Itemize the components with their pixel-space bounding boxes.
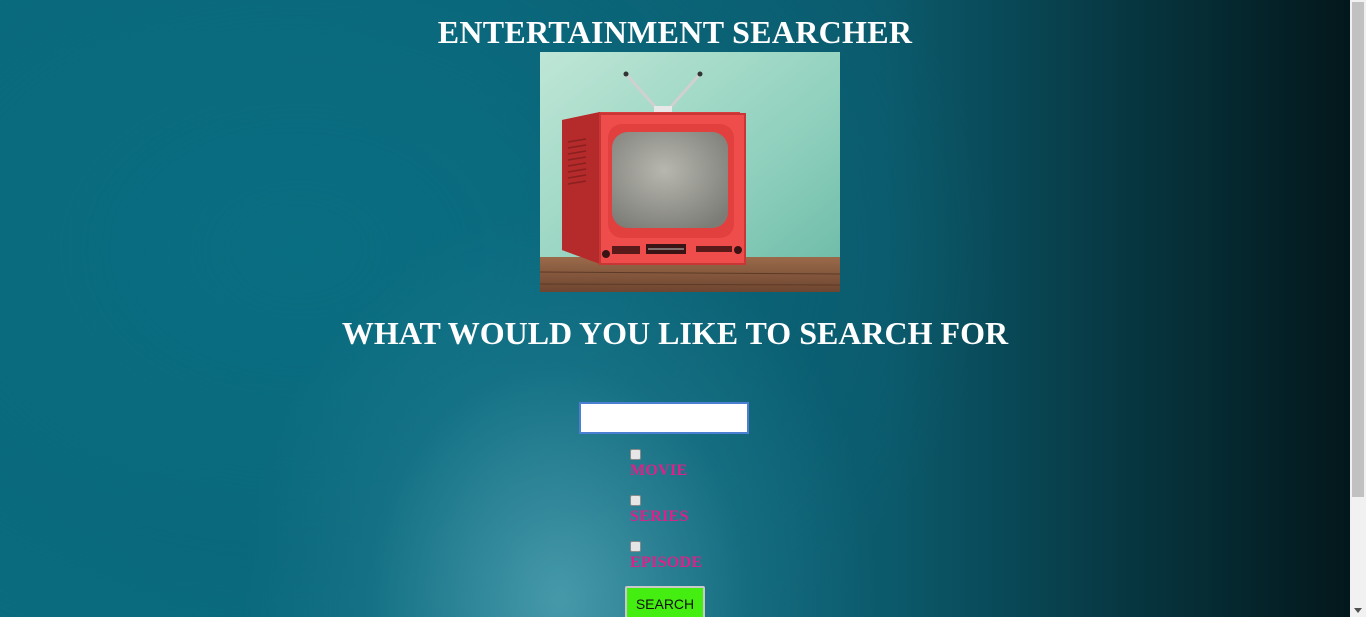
episode-checkbox[interactable] <box>630 541 641 552</box>
option-movie: MOVIE <box>630 449 688 480</box>
scroll-down-arrow-icon[interactable] <box>1354 608 1362 613</box>
page-title: ENTERTAINMENT SEARCHER <box>437 14 913 50</box>
search-button[interactable]: SEARCH <box>625 586 705 617</box>
scrollbar-thumb[interactable] <box>1352 2 1364 497</box>
option-series: SERIES <box>630 495 689 526</box>
search-prompt-heading: WHAT WOULD YOU LIKE TO SEARCH FOR <box>341 315 1009 351</box>
retro-tv-image <box>540 52 840 292</box>
episode-label: EPISODE <box>630 554 703 571</box>
series-checkbox[interactable] <box>630 495 641 506</box>
series-label: SERIES <box>630 508 689 525</box>
search-input[interactable] <box>579 402 749 434</box>
movie-label: MOVIE <box>630 462 688 479</box>
option-episode: EPISODE <box>630 541 702 572</box>
page: ENTERTAINMENT SEARCHER WHAT WOULD YOU LI… <box>0 0 1350 617</box>
vertical-scrollbar[interactable] <box>1350 0 1366 617</box>
movie-checkbox[interactable] <box>630 449 641 460</box>
